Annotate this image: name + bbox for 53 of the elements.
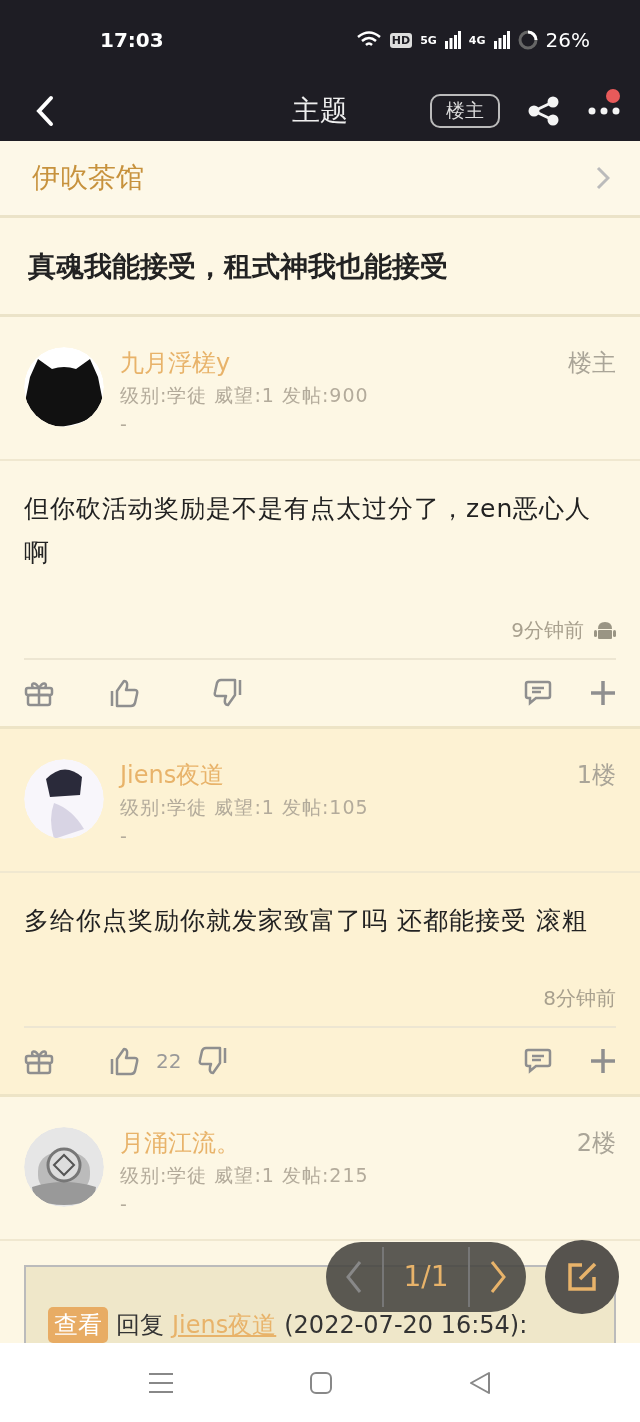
floor-label: 楼主 [568,348,616,379]
network-label: 5G [420,33,437,47]
hd-badge: HD [389,32,413,48]
thumbs-down-icon[interactable] [197,1046,228,1076]
view-button[interactable]: 查看 [48,1307,108,1343]
share-icon[interactable] [528,95,560,126]
thumbs-down-icon[interactable] [212,678,242,708]
signal-icon [493,31,510,49]
comment-icon[interactable] [524,680,552,706]
quote-date: (2022-07-20 16:54): [284,1311,528,1339]
post-text: 但你砍活动奖励是不是有点太过分了，zen恶心人啊 [24,493,593,569]
author-signature: - [120,825,129,847]
gift-icon[interactable] [24,679,54,707]
chevron-right-icon [490,1260,506,1294]
author-filter-button[interactable]: 楼主 [430,93,500,128]
post-time: 9分钟前 [511,617,584,644]
floor-label: 2楼 [576,1128,616,1159]
author-meta: 级别:学徒 威望:1 发帖:215 [120,1163,370,1188]
page-title: 主题 [292,92,348,129]
floor-label: 1楼 [576,760,616,791]
author-signature: - [120,1193,129,1215]
author-meta: 级别:学徒 威望:1 发帖:900 [120,383,370,408]
user-link[interactable]: Jiens夜道 [172,1309,277,1341]
plus-icon[interactable] [590,680,616,706]
plus-icon[interactable] [590,1048,616,1074]
gift-icon[interactable] [24,1047,54,1075]
signal-icon [444,31,461,49]
author-name[interactable]: 九月浮槎y [120,347,552,379]
author-name[interactable]: 月涌江流。 [120,1127,561,1159]
forum-link[interactable]: 伊吹茶馆 [0,141,640,218]
status-time: 17:03 [100,28,165,52]
like-count: 22 [156,1049,182,1073]
post-time: 8分钟前 [543,985,616,1012]
reply-label: 回复 [116,1310,164,1341]
menu-icon[interactable] [148,1371,173,1394]
author-signature: - [120,413,129,435]
comment-icon[interactable] [524,1048,552,1074]
back-icon[interactable] [469,1371,492,1394]
battery-level: 26% [545,28,590,52]
back-button[interactable] [36,94,54,127]
battery-ring-icon [517,30,538,50]
forum-name: 伊吹茶馆 [32,160,144,196]
thumbs-up-icon[interactable] [110,678,140,708]
page-indicator: 1/1 [382,1247,470,1307]
author-name[interactable]: Jiens夜道 [120,759,561,791]
network-label: 4G [468,33,486,47]
home-icon[interactable] [310,1371,332,1394]
author-meta: 级别:学徒 威望:1 发帖:105 [120,795,370,820]
thumbs-up-icon[interactable] [110,1046,140,1076]
chevron-right-icon [596,166,610,190]
chevron-left-icon [346,1260,362,1294]
edit-icon [566,1261,598,1293]
post-text: 多给你点奖励你就发家致富了吗 还都能接受 滚粗 [24,905,589,937]
